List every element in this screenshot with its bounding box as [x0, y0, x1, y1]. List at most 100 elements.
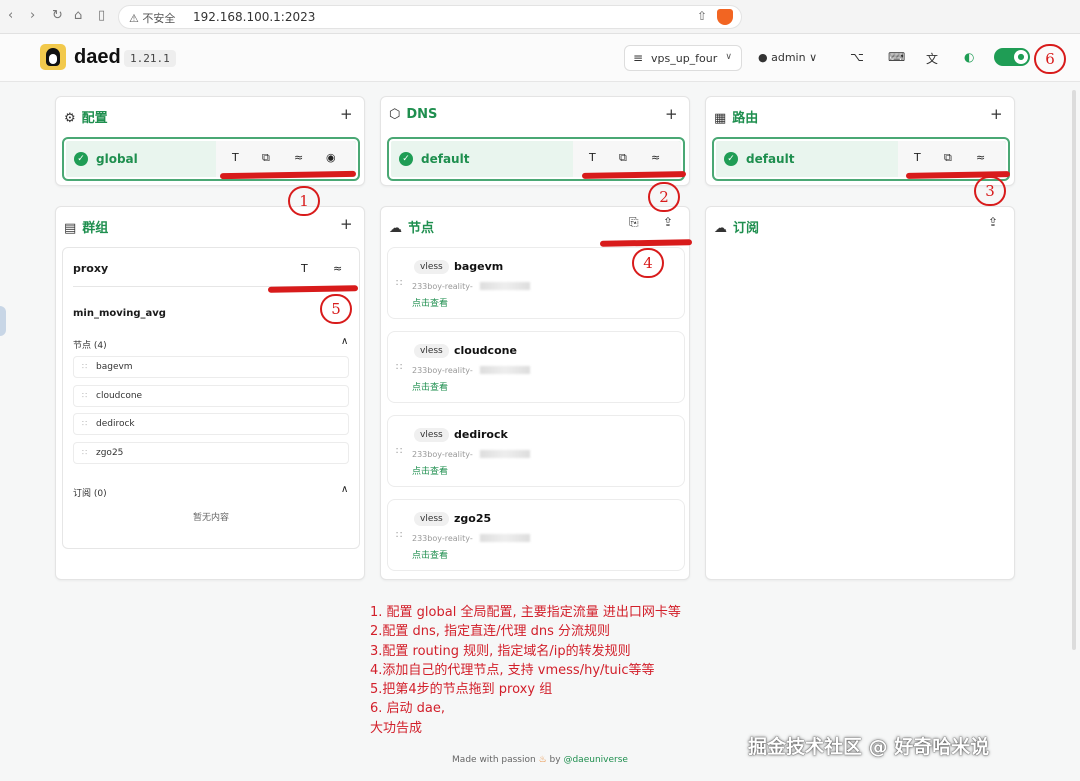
group-name: proxy	[73, 262, 109, 275]
map-icon: ▦	[714, 111, 727, 126]
watermark: 掘金技术社区 @ 好奇哈米说	[748, 736, 990, 758]
node-subtitle: 233boy-reality-	[412, 534, 473, 543]
home-icon[interactable]: ⌂	[74, 8, 82, 23]
note-line: 大功告成	[370, 720, 423, 736]
rename-icon[interactable]: T	[914, 151, 921, 164]
daed-logo-icon	[40, 44, 66, 70]
view-icon[interactable]: ◉	[326, 151, 336, 164]
node-subtitle: 233boy-reality-	[412, 450, 473, 459]
node-view-link[interactable]: 点击查看	[412, 296, 448, 309]
side-handle[interactable]	[0, 306, 6, 336]
user-name: admin	[771, 51, 806, 64]
protocol-tag: vless	[414, 260, 449, 274]
group-nodes-label[interactable]: 节点 (4)	[73, 338, 107, 351]
scrollbar[interactable]	[1072, 90, 1076, 650]
node-card[interactable]: ∷ vless cloudcone 233boy-reality- 点击查看	[387, 331, 685, 403]
config-title: ⚙ 配置	[64, 111, 108, 126]
user-menu[interactable]: ● admin ∨	[758, 51, 817, 64]
protocol-tag: vless	[414, 428, 449, 442]
copy-icon[interactable]: ⧉	[262, 151, 270, 165]
edit-icon[interactable]: ≈	[976, 151, 985, 164]
config-item-name: global	[96, 152, 138, 166]
footer-text: Made with passion	[452, 755, 536, 765]
node-name: cloudcone	[454, 344, 517, 357]
subscriptions-card: ☁ 订阅 ⇪	[705, 206, 1015, 580]
note-line: 5.把第4步的节点拖到 proxy 组	[370, 682, 553, 698]
redacted-text	[480, 534, 530, 542]
check-icon: ✓	[724, 152, 738, 166]
chevron-up-icon[interactable]: ∧	[341, 336, 348, 347]
github-icon[interactable]: ⌥	[850, 50, 864, 64]
annotation-marker: 2	[648, 182, 680, 212]
node-view-link[interactable]: 点击查看	[412, 380, 448, 393]
node-card[interactable]: ∷ vless dedirock 233boy-reality- 点击查看	[387, 415, 685, 487]
run-toggle[interactable]: ●	[994, 48, 1030, 66]
url-text: 192.168.100.1:2023	[193, 10, 316, 24]
groups-title: ▤ 群组	[64, 221, 109, 236]
copy-icon[interactable]: ⧉	[619, 151, 627, 165]
routing-item-name: default	[746, 152, 795, 166]
note-line: 6. 启动 dae,	[370, 701, 446, 717]
address-bar[interactable]: ⚠ 不安全 192.168.100.1:2023 ⇧	[118, 5, 742, 29]
group-member[interactable]: ∷ zgo25	[73, 442, 349, 464]
annotation-marker: 4	[632, 248, 664, 278]
group-member[interactable]: ∷ cloudcone	[73, 385, 349, 407]
rename-icon[interactable]: T	[301, 262, 308, 275]
browser-toolbar: ‹ › ↻ ⌂ ▯ ⚠ 不安全 192.168.100.1:2023 ⇧	[0, 0, 1080, 34]
chevron-down-icon: ∨	[725, 52, 732, 62]
upload-icon[interactable]: ⇪	[988, 215, 998, 229]
cloud-sync-icon: ☁	[714, 221, 727, 236]
node-view-link[interactable]: 点击查看	[412, 464, 448, 477]
copy-icon[interactable]: ⧉	[944, 151, 952, 165]
group-subs-label[interactable]: 订阅 (0)	[73, 486, 107, 499]
forward-icon[interactable]: ›	[30, 8, 35, 23]
rename-icon[interactable]: T	[589, 151, 596, 164]
drag-handle-icon[interactable]: ∷	[396, 530, 402, 541]
note-line: 1. 配置 global 全局配置, 主要指定流量 进出口网卡等	[370, 605, 681, 620]
edit-icon[interactable]: ≈	[651, 151, 660, 164]
redacted-text	[480, 366, 530, 374]
edit-icon[interactable]: ≈	[294, 151, 303, 164]
theme-icon[interactable]: ◐	[964, 50, 974, 64]
reload-icon[interactable]: ↻	[52, 8, 63, 23]
keyboard-icon[interactable]: ⌨	[888, 50, 905, 64]
groups-card: ▤ 群组 + proxy T ≈ min_moving_avg 节点 (4) ∧ …	[55, 206, 365, 580]
subscriptions-title: ☁ 订阅	[714, 221, 760, 236]
annotation-marker: 3	[974, 176, 1006, 206]
protocol-tag: vless	[414, 512, 449, 526]
security-warning[interactable]: ⚠ 不安全	[129, 10, 175, 26]
redacted-text	[480, 450, 530, 458]
group-policy[interactable]: min_moving_avg	[73, 308, 166, 319]
group-member[interactable]: ∷ bagevm	[73, 356, 349, 378]
group-member[interactable]: ∷ dedirock	[73, 413, 349, 435]
bookmark-icon[interactable]: ▯	[98, 8, 105, 23]
version-badge: 1.21.1	[124, 50, 176, 67]
chevron-up-icon[interactable]: ∧	[341, 484, 348, 495]
add-dns-button[interactable]: +	[665, 105, 678, 123]
brave-shield-icon[interactable]	[717, 9, 733, 25]
import-icon[interactable]: ⎘	[629, 215, 639, 230]
profile-select[interactable]: ≡ vps_up_four ∨	[624, 45, 742, 71]
add-config-button[interactable]: +	[340, 105, 353, 123]
annotation-marker: 6	[1034, 44, 1066, 74]
rename-icon[interactable]: T	[232, 151, 239, 164]
drag-handle-icon[interactable]: ∷	[396, 446, 402, 457]
drag-handle-icon[interactable]: ∷	[396, 278, 402, 289]
edit-icon[interactable]: ≈	[333, 262, 342, 275]
language-icon[interactable]: 文	[926, 50, 938, 67]
node-card[interactable]: ∷ vless zgo25 233boy-reality- 点击查看	[387, 499, 685, 571]
wifi-icon: ●	[1014, 50, 1028, 64]
upload-icon[interactable]: ⇪	[663, 215, 673, 229]
fire-icon: ♨	[538, 755, 547, 765]
add-routing-button[interactable]: +	[990, 105, 1003, 123]
settings-icon: ⚙	[64, 111, 76, 126]
add-group-button[interactable]: +	[340, 215, 353, 233]
share-icon[interactable]: ⇧	[697, 9, 707, 23]
drag-handle-icon[interactable]: ∷	[396, 362, 402, 373]
footer-link[interactable]: @daeuniverse	[563, 755, 627, 765]
profile-select-value: vps_up_four	[651, 52, 718, 65]
back-icon[interactable]: ‹	[8, 8, 13, 23]
node-view-link[interactable]: 点击查看	[412, 548, 448, 561]
check-icon: ✓	[74, 152, 88, 166]
note-line: 4.添加自己的代理节点, 支持 vmess/hy/tuic等等	[370, 662, 655, 678]
